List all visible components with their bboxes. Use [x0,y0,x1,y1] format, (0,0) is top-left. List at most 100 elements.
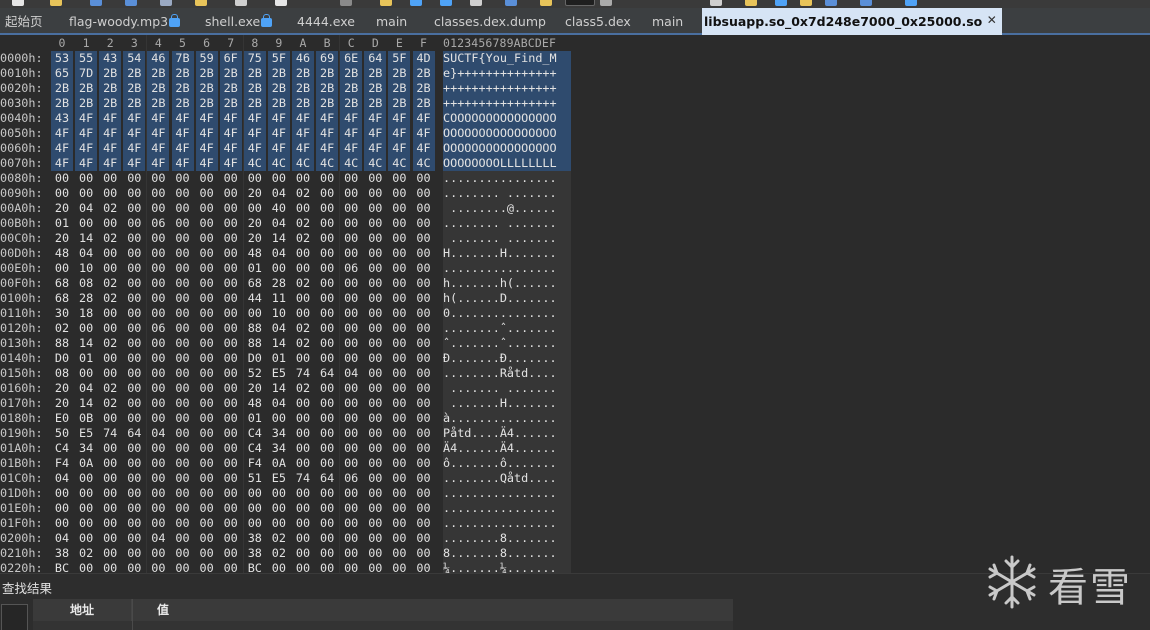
hex-byte[interactable]: 00 [147,441,169,456]
hex-byte[interactable]: 2B [123,96,146,111]
hex-byte[interactable]: 20 [244,216,266,231]
hex-byte[interactable]: 00 [316,306,338,321]
hex-byte[interactable]: 00 [147,201,169,216]
hex-byte[interactable]: 02 [99,276,121,291]
hex-byte[interactable]: 00 [388,441,410,456]
hex-byte[interactable]: 00 [99,246,121,261]
hex-byte[interactable]: 00 [172,351,194,366]
hex-byte[interactable]: 20 [244,231,266,246]
hex-byte[interactable]: 00 [292,456,314,471]
hex-byte[interactable]: F4 [244,456,266,471]
hex-byte[interactable]: 2B [388,81,411,96]
hex-byte[interactable]: 00 [99,456,121,471]
hex-byte[interactable]: 4F [219,126,242,141]
hex-byte[interactable]: 2B [388,96,411,111]
hex-byte[interactable]: 0B [75,411,97,426]
ascii-text[interactable]: à............... [443,411,571,426]
tab-4[interactable]: main [374,8,409,35]
copy-icon[interactable] [235,0,247,6]
hex-byte[interactable]: 00 [196,456,218,471]
hex-byte[interactable]: 00 [292,396,314,411]
hex-byte[interactable]: 2B [364,96,387,111]
hex-byte[interactable]: 00 [220,366,242,381]
hex-byte[interactable]: C4 [244,426,266,441]
hex-byte[interactable]: 00 [147,396,169,411]
hex-byte[interactable]: 00 [268,501,290,516]
hex-byte[interactable]: 00 [388,186,410,201]
hex-byte[interactable]: 02 [51,321,73,336]
hex-byte[interactable]: 4F [243,126,266,141]
hex-row[interactable]: 0040h: 43 4F 4F 4F 4F 4F 4F 4F 4F 4F 4F 4F 4F 4F 4F 4F CO… [0,111,580,126]
hex-byte[interactable]: 00 [316,426,338,441]
hex-byte[interactable]: 04 [147,531,169,546]
hex-byte[interactable]: D0 [244,351,266,366]
hex-byte[interactable]: 4F [388,126,411,141]
hex-byte[interactable]: 00 [220,261,242,276]
hex-byte[interactable]: 00 [123,366,145,381]
hex-byte[interactable]: 00 [196,261,218,276]
hex-byte[interactable]: 00 [268,516,290,531]
hex-byte[interactable]: 4F [267,141,290,156]
hex-byte[interactable]: 00 [147,261,169,276]
hex-byte[interactable]: E5 [75,426,97,441]
hex-byte[interactable]: 00 [413,456,435,471]
hex-byte[interactable]: 2B [340,81,363,96]
hex-byte[interactable]: 2B [171,81,194,96]
hex-byte[interactable]: 2B [147,81,170,96]
hex-byte[interactable]: E5 [268,471,290,486]
hex-byte[interactable]: 00 [364,231,386,246]
hex-byte[interactable]: 00 [172,201,194,216]
hex-byte[interactable]: 00 [292,546,314,561]
ascii-text[interactable]: ........Råtd.... [443,366,571,381]
hex-byte[interactable]: 00 [123,306,145,321]
hex-byte[interactable]: 10 [268,306,290,321]
hex-byte[interactable]: 02 [292,186,314,201]
column-header-value[interactable]: 值 [133,599,733,621]
hex-byte[interactable]: 01 [244,411,266,426]
hex-byte[interactable]: 00 [388,306,410,321]
hex-byte[interactable]: 00 [147,471,169,486]
hex-byte[interactable]: 64 [316,366,338,381]
hex-byte[interactable]: 00 [147,351,169,366]
hex-row[interactable]: 0000h: 53 55 43 54 46 7B 59 6F 75 5F 46 69 6E 64 5F 4D SU… [0,51,580,66]
hex-byte[interactable]: 00 [388,411,410,426]
hex-byte[interactable]: 00 [413,411,435,426]
ascii-text[interactable]: h.......h(...... [443,276,571,291]
hex-byte[interactable]: 4F [292,111,314,126]
hex-byte[interactable]: 4F [267,111,290,126]
hex-byte[interactable]: 00 [196,381,218,396]
hex-row[interactable]: 01E0h: 00 00 00 00 00 00 00 00 00 00 00 00 00 00 00 00..… [0,501,580,516]
hex-byte[interactable]: 55 [75,51,98,66]
hex-row[interactable]: 0060h: 4F 4F 4F 4F 4F 4F 4F 4F 4F 4F 4F 4F 4F 4F 4F 4F OO… [0,141,580,156]
hex-row[interactable]: 0160h: 20 04 02 00 00 00 00 00 20 14 02 00 00 00 00 00 .… [0,381,580,396]
hex-byte[interactable]: 68 [51,291,73,306]
hex-byte[interactable]: 00 [220,411,242,426]
hex-byte[interactable]: 00 [75,471,97,486]
hex-byte[interactable]: 00 [292,411,314,426]
ascii-text[interactable]: 0............... [443,306,571,321]
ascii-text[interactable]: OOOOOOOOOOOOOOOO [443,141,571,156]
hex-byte[interactable]: 00 [388,426,410,441]
hex-row[interactable]: 0210h: 38 02 00 00 00 00 00 00 38 02 00 00 00 00 00 00 8.… [0,546,580,561]
hex-byte[interactable]: 04 [268,186,290,201]
hex-byte[interactable]: 00 [316,321,338,336]
hex-byte[interactable]: 00 [388,531,410,546]
hex-byte[interactable]: 00 [364,351,386,366]
hex-byte[interactable]: 4F [219,156,242,171]
hex-byte[interactable]: 00 [364,336,386,351]
hex-byte[interactable]: 08 [51,366,73,381]
hex-byte[interactable]: 04 [51,471,73,486]
hex-row[interactable]: 0070h: 4F 4F 4F 4F 4F 4F 4F 4F 4C 4C 4C 4C 4C 4C 4C 4C OO… [0,156,580,171]
hex-byte[interactable]: 00 [340,171,362,186]
hex-byte[interactable]: 00 [196,471,218,486]
hex-byte[interactable]: 4F [171,156,194,171]
hex-byte[interactable]: 00 [196,486,218,501]
hex-byte[interactable]: 4D [412,51,435,66]
hex-byte[interactable]: 4F [388,141,411,156]
hex-byte[interactable]: 4F [147,141,170,156]
hex-byte[interactable]: 00 [316,501,338,516]
hex-row[interactable]: 01B0h: F4 0A 00 00 00 00 00 00 F4 0A 00 00 00 00 00 00 ô.… [0,456,580,471]
hex-byte[interactable]: 00 [340,246,362,261]
replace-icon[interactable] [410,0,422,6]
hex-byte[interactable]: 00 [292,426,314,441]
